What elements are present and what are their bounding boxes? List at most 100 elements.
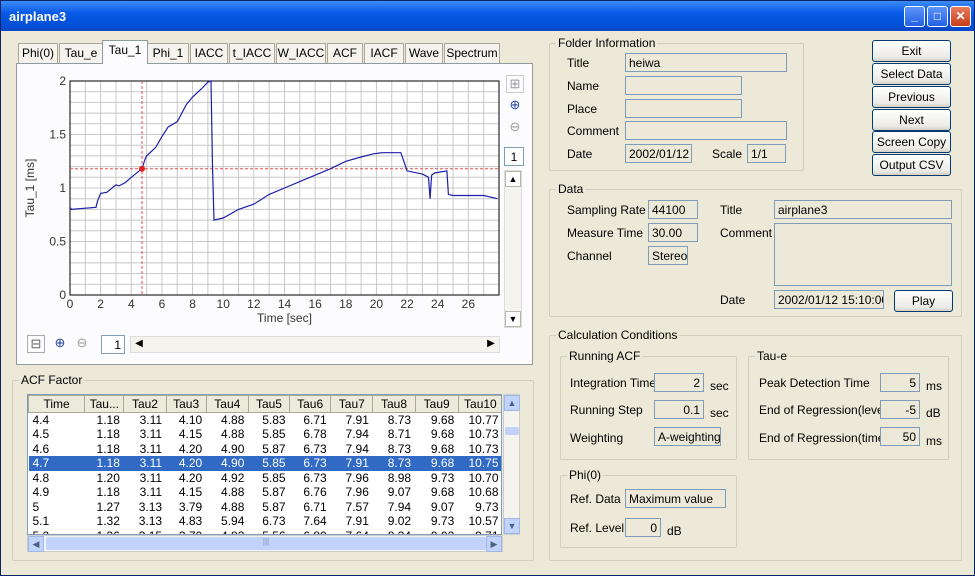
title-bar[interactable]: airplane3 _ □ ✕ [1,1,974,31]
table-scroll-left-arrow[interactable]: ◀ [28,536,44,552]
tab-phi-1[interactable]: Phi_1 [147,43,189,63]
table-cell: 1.18 [96,441,120,456]
previous-button[interactable]: Previous [872,86,951,108]
screen-copy-button[interactable]: Screen Copy [872,131,951,153]
table-cell: 1.18 [96,413,120,427]
column-header-8[interactable]: Tau8 [372,395,416,413]
tab-iacf[interactable]: IACF [364,43,404,63]
table-cell: 4.88 [221,413,245,427]
folder-comment-label: Comment [567,124,620,138]
scroll-right-arrow[interactable]: ▶ [483,337,499,353]
column-header-4[interactable]: Tau4 [205,395,249,413]
vertical-page-field[interactable]: 1 [504,147,524,166]
column-header-3[interactable]: Tau3 [165,395,207,413]
table-hscroll-thumb[interactable]: ||| [46,537,486,550]
channel-label: Channel [567,249,612,263]
tab-acf[interactable]: ACF [327,43,363,63]
zoom-out-icon[interactable]: ⊖ [506,119,524,137]
main-window: airplane3 _ □ ✕ Phi(0) Tau_e Tau_1 Phi_1 IAC… [0,0,975,576]
y-tick-label: 1.5 [49,128,66,142]
fit-icon[interactable]: ⊞ [506,75,524,93]
x-tick-label: 2 [97,297,104,311]
x-tick-label: 14 [278,297,292,311]
table-vertical-scrollbar[interactable]: ▲ ▼ [503,394,520,535]
scroll-up-arrow[interactable]: ▲ [505,171,521,187]
tab-tau-1[interactable]: Tau_1 [102,40,148,64]
scroll-left-arrow[interactable]: ◀ [131,337,147,353]
table-cell: 4.7 [28,456,85,471]
tab-iacc[interactable]: IACC [190,43,228,63]
vertical-scrollbar[interactable]: ▲ ▼ [504,170,522,328]
scale-field: 1/1 [747,144,786,163]
zoom-in-icon[interactable]: ⊕ [506,97,524,115]
table-cell: 6.78 [303,427,327,442]
y-axis-label: Tau_1 [ms] [23,159,37,218]
measure-time-label: Measure Time [567,226,644,240]
column-header-1[interactable]: Tau... [84,395,125,413]
table-row[interactable]: 5 1.27 3.13 3.79 4.88 5.87 6.71 7.57 7.94 9.07 9.7… [29,499,502,515]
folder-comment-field [625,121,787,140]
select-data-button[interactable]: Select Data [872,63,951,85]
table-cell: 4.9 [32,485,50,500]
table-cell: 1.20 [96,470,120,485]
table-row[interactable]: 4.4 1.18 3.11 4.10 4.88 5.83 6.71 7.91 8.73 9.68 1… [29,413,502,427]
column-header-9[interactable]: Tau9 [414,395,459,413]
output-csv-button[interactable]: Output CSV [872,154,951,176]
table-row[interactable]: 5.1 1.32 3.13 4.83 5.94 6.73 7.64 7.91 9.02 9.73 1… [29,514,502,529]
zoom-out-horizontal-icon[interactable]: ⊖ [73,335,91,353]
tab-wave[interactable]: Wave [405,43,443,63]
column-header-10[interactable]: Tau10 [457,395,501,413]
table-cell: 8.71 [387,427,412,442]
zoom-in-horizontal-icon[interactable]: ⊕ [51,335,69,353]
column-header-6[interactable]: Tau6 [289,395,332,413]
table-scroll-up-arrow[interactable]: ▲ [504,395,520,411]
x-tick-label: 0 [67,297,74,311]
peak-detection-field: 5 [880,373,920,392]
column-header-2[interactable]: Tau2 [123,395,167,413]
table-cell: 4.6 [32,441,50,456]
table-cell: 3.11 [123,456,167,471]
table-cell: 8.73 [387,441,412,456]
exit-button[interactable]: Exit [872,40,951,62]
table-cell: 4.20 [178,441,203,456]
y-tick-label: 1 [59,181,66,195]
column-header-5[interactable]: Tau5 [247,395,291,413]
table-cell: 10.70 [468,470,499,485]
table-scroll-right-arrow[interactable]: ▶ [486,536,502,552]
table-cell: 7.91 [345,413,369,427]
horizontal-scrollbar[interactable]: ◀ ▶ [130,336,500,353]
column-header-0[interactable]: Time [28,395,86,413]
next-button[interactable]: Next [872,109,951,131]
x-tick-label: 16 [308,297,322,311]
play-button[interactable]: Play [894,290,953,312]
weighting-field: A-weighting [654,427,721,446]
fit-horizontal-icon[interactable]: ⊟ [27,335,45,353]
close-button[interactable]: ✕ [950,6,971,27]
tab-phi-0[interactable]: Phi(0) [18,43,58,63]
horizontal-page-field[interactable]: 1 [101,335,125,354]
column-header-7[interactable]: Tau7 [330,395,374,413]
table-row[interactable]: 4.5 1.18 3.11 4.15 4.88 5.85 6.78 7.94 8.71 9.68 1… [29,427,502,442]
table-horizontal-scrollbar[interactable]: ◀ ||| ▶ [27,535,503,552]
regression-time-unit: ms [926,434,942,448]
table-row[interactable]: 4.9 1.18 3.11 4.15 4.88 5.87 6.76 7.96 9.07 9.68 1… [29,485,502,500]
tab-tau-e[interactable]: Tau_e [59,43,103,63]
tab-w-iacc[interactable]: W_IACC [276,43,326,63]
table-cell: 10.57 [468,514,499,529]
table-scroll-thumb[interactable] [505,427,519,435]
table-row[interactable]: 4.7 1.18 3.11 4.20 4.90 5.85 6.73 7.91 8.73 9.68 1… [28,456,501,471]
minimize-button[interactable]: _ [904,6,925,27]
table-scroll-down-arrow[interactable]: ▼ [504,518,520,534]
table-cell: 5.85 [262,470,286,485]
maximize-button[interactable]: □ [927,6,948,27]
sampling-rate-field: 44100 [648,200,698,219]
acf-factor-legend: ACF Factor [21,373,83,387]
integration-time-label: Integration Time [570,376,657,390]
table-row[interactable]: 4.6 1.18 3.11 4.20 4.90 5.87 6.73 7.94 8.73 9.68 1… [29,441,502,457]
table-row[interactable]: 4.8 1.20 3.11 4.20 4.92 5.85 6.73 7.96 8.98 9.73 1… [29,470,502,486]
data-title-field: airplane3 [774,200,952,219]
table-cell: 6.71 [303,499,327,514]
scroll-down-arrow[interactable]: ▼ [505,311,521,327]
tab-t-iacc[interactable]: t_IACC [229,43,275,63]
tab-spectrum[interactable]: Spectrum [444,43,500,63]
